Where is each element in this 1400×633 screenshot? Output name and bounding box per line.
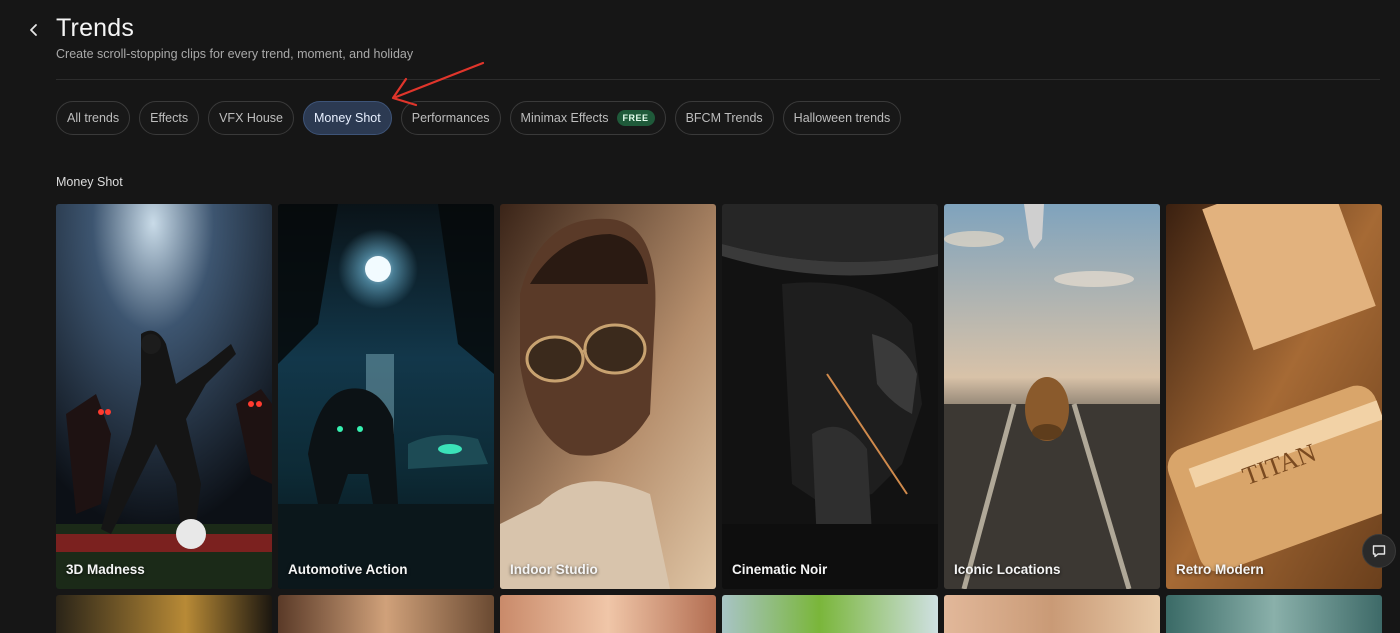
tab-label: All trends <box>67 111 120 125</box>
card-label: 3D Madness <box>66 562 145 577</box>
chevron-left-icon <box>30 24 37 36</box>
soccer-player-image <box>56 204 272 589</box>
chat-support-button[interactable] <box>1362 534 1396 568</box>
tab-vfx-house[interactable]: VFX House <box>208 101 295 135</box>
rooftop-view-image <box>944 204 1160 589</box>
page-title: Trends <box>56 14 135 42</box>
section-title: Money Shot <box>56 175 123 189</box>
tab-all-trends[interactable]: All trends <box>56 101 131 135</box>
trend-card-grid: 3D Madness Automotive Action Indoor Stud… <box>56 204 1382 589</box>
trend-card-thumbnail[interactable] <box>944 595 1160 633</box>
tab-performances[interactable]: Performances <box>400 101 501 135</box>
tab-effects[interactable]: Effects <box>139 101 200 135</box>
back-button[interactable] <box>22 18 46 42</box>
chat-bubble-icon <box>1372 545 1386 558</box>
card-label: Indoor Studio <box>510 562 598 577</box>
tab-money-shot[interactable]: Money Shot <box>303 101 392 135</box>
trend-tabs: All trends Effects VFX House Money Shot … <box>56 101 902 135</box>
woman-sunglasses-image <box>500 204 716 589</box>
trend-card-automotive-action[interactable]: Automotive Action <box>278 204 494 589</box>
trend-card-thumbnail[interactable] <box>1166 595 1382 633</box>
header-divider <box>56 79 1380 80</box>
tab-label: VFX House <box>219 111 284 125</box>
trend-card-retro-modern[interactable]: TITAN Retro Modern <box>1166 204 1382 589</box>
free-badge: FREE <box>616 110 655 126</box>
trend-card-3d-madness[interactable]: 3D Madness <box>56 204 272 589</box>
trend-card-thumbnail[interactable] <box>500 595 716 633</box>
tab-label: BFCM Trends <box>685 111 763 125</box>
trend-card-iconic-locations[interactable]: Iconic Locations <box>944 204 1160 589</box>
tab-halloween-trends[interactable]: Halloween trends <box>782 101 902 135</box>
page-subtitle: Create scroll-stopping clips for every t… <box>56 47 414 61</box>
card-label: Retro Modern <box>1176 562 1264 577</box>
tab-label: Minimax Effects <box>520 111 609 125</box>
tab-minimax-effects[interactable]: Minimax Effects FREE <box>509 101 666 135</box>
trend-card-row-2 <box>56 595 1382 633</box>
card-label: Cinematic Noir <box>732 562 828 577</box>
tab-label: Money Shot <box>314 111 381 125</box>
man-in-hat-image <box>722 204 938 589</box>
trend-card-thumbnail[interactable] <box>56 595 272 633</box>
tab-bfcm-trends[interactable]: BFCM Trends <box>674 101 774 135</box>
gold-watch-image: TITAN <box>1166 204 1382 589</box>
trend-card-thumbnail[interactable] <box>722 595 938 633</box>
tab-label: Effects <box>150 111 189 125</box>
trend-card-indoor-studio[interactable]: Indoor Studio <box>500 204 716 589</box>
tab-label: Performances <box>411 111 490 125</box>
panther-image <box>278 204 494 589</box>
trend-card-cinematic-noir[interactable]: Cinematic Noir <box>722 204 938 589</box>
card-label: Iconic Locations <box>954 562 1061 577</box>
tab-label: Halloween trends <box>793 111 891 125</box>
card-label: Automotive Action <box>288 562 408 577</box>
trend-card-thumbnail[interactable] <box>278 595 494 633</box>
